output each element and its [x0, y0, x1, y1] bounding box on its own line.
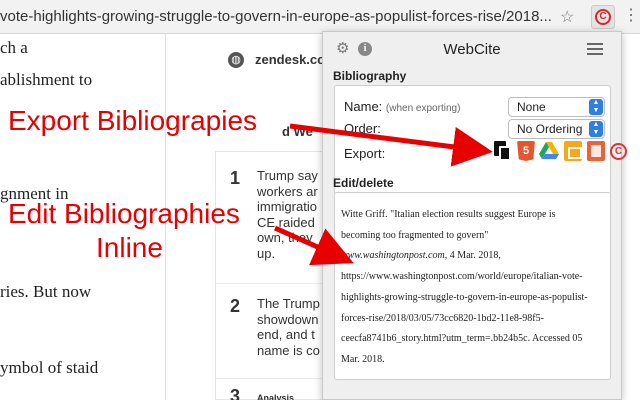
edit-annotation-line1: Edit Bibliographies [8, 198, 240, 229]
edit-arrow [273, 225, 354, 266]
export-arrow [289, 123, 493, 167]
export-annotation: Export Bibliograpies [8, 105, 258, 136]
screenshot: vote-highlights-growing-struggle-to-gove… [0, 0, 640, 400]
edit-annotation-line2: Inline [96, 232, 163, 263]
